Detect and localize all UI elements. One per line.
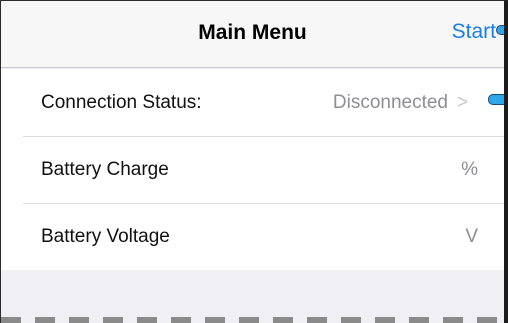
battery-charge-label: Battery Charge	[41, 159, 169, 180]
battery-voltage-label: Battery Voltage	[41, 226, 170, 247]
connection-status-label: Connection Status:	[41, 92, 202, 113]
navigation-bar: Main Menu Start	[1, 1, 504, 68]
connection-status-value: Disconnected	[332, 92, 448, 113]
chevron-right-icon: >	[456, 92, 468, 113]
start-indicator-icon	[496, 25, 504, 35]
start-button[interactable]: Start	[452, 20, 496, 44]
settings-table: Connection Status: Disconnected > Batter…	[1, 69, 504, 270]
bottom-divider	[1, 317, 504, 323]
connection-status-row[interactable]: Connection Status: Disconnected >	[1, 69, 504, 136]
page-title: Main Menu	[198, 21, 307, 44]
connection-indicator-icon	[488, 94, 504, 105]
app-window: Main Menu Start Connection Status: Disco…	[0, 0, 508, 323]
battery-voltage-row: Battery Voltage V	[1, 203, 504, 270]
battery-voltage-value: V	[465, 226, 478, 247]
battery-charge-value: %	[461, 159, 478, 180]
battery-charge-row: Battery Charge %	[1, 136, 504, 203]
